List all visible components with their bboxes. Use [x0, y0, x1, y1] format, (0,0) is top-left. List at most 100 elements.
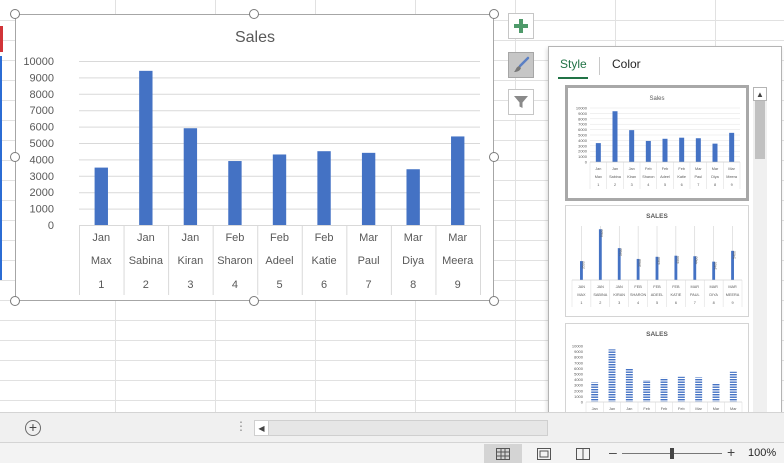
scroll-left-arrow[interactable]: ◀ — [255, 421, 269, 435]
chart-area[interactable]: Sales 0 1000 2000 3000 4000 5000 6000 7000 8000 90… — [15, 14, 494, 301]
thumb-x-label: Mar — [695, 407, 702, 411]
thumb-bar — [712, 143, 718, 162]
x-category-label: Mar — [359, 232, 378, 244]
x-category-label: 5 — [276, 279, 282, 291]
zoom-out-button[interactable]: – — [609, 444, 617, 460]
thumb-x-label: SHARON — [630, 293, 647, 297]
thumb-x-label: FEB — [672, 285, 680, 289]
thumb-title: SALES — [646, 213, 668, 220]
x-category-label: Diya — [402, 255, 425, 267]
thumb-x-label: Feb — [678, 407, 685, 411]
x-category-label: 6 — [321, 279, 327, 291]
normal-view-icon — [496, 447, 510, 460]
bar-9 — [451, 136, 465, 225]
y-tick-label: 0 — [48, 220, 54, 232]
thumb-x-label: FEB — [634, 285, 642, 289]
y-tick-label: 6000 — [30, 122, 54, 134]
panel-scroll-thumb[interactable] — [755, 101, 765, 159]
thumb-x-label: 5 — [664, 183, 666, 187]
x-category-label: Mar — [404, 232, 423, 244]
zoom-in-button[interactable]: + — [727, 444, 735, 460]
thumb-y-label: 5000 — [574, 372, 584, 377]
thumb-data-label: 3900 — [638, 259, 642, 267]
chart-styles-button[interactable] — [508, 52, 534, 78]
thumb-y-label: 8000 — [578, 116, 588, 121]
thumb-x-label: MAX — [577, 293, 586, 297]
tab-style[interactable]: Style — [560, 57, 587, 71]
bar-7 — [361, 152, 376, 225]
thumb-x-label: ADEEL — [651, 293, 663, 297]
thumb-x-label: 4 — [637, 301, 639, 305]
y-tick-label: 7000 — [30, 105, 54, 117]
status-bar: – + 100% — [0, 442, 784, 463]
resize-handle-middle-right[interactable] — [489, 152, 499, 162]
scroll-up-arrow[interactable]: ▲ — [753, 87, 767, 101]
x-category-label: Katie — [312, 255, 337, 267]
thumb-x-label: Feb — [645, 167, 652, 171]
x-category-label: Jan — [182, 232, 200, 244]
thumb-x-label: JAN — [616, 285, 623, 289]
thumb-data-label: 5400 — [732, 251, 736, 259]
thumb-x-label: Jan — [595, 167, 601, 171]
thumb-y-label: 0 — [585, 160, 588, 165]
resize-handle-middle-left[interactable] — [10, 152, 20, 162]
thumb-x-label: SABINA — [593, 293, 607, 297]
resize-handle-bottom-left[interactable] — [10, 296, 20, 306]
normal-view-button[interactable] — [484, 444, 522, 463]
selection-marker — [0, 26, 3, 52]
thumb-y-label: 4000 — [574, 377, 584, 382]
thumb-title: SALES — [646, 331, 668, 338]
bar-3 — [183, 128, 198, 225]
thumb-bar — [612, 111, 618, 162]
thumb-x-label: Jan — [612, 167, 618, 171]
resize-handle-top-center[interactable] — [249, 9, 259, 19]
tab-separator — [599, 57, 600, 75]
bar-4 — [228, 161, 242, 225]
horizontal-scrollbar[interactable]: ◀ — [254, 420, 548, 436]
thumb-y-label: 5000 — [578, 133, 588, 138]
thumb-y-label: 0 — [581, 400, 584, 405]
thumb-x-label: Max — [595, 175, 602, 179]
thumb-y-label: 7000 — [574, 360, 584, 365]
style-thumbnail-2[interactable]: SALES 3500 9400 5900 3900 4300 4500 4400 3400 540… — [565, 205, 749, 317]
chart-filters-button[interactable] — [508, 89, 534, 115]
thumb-x-label: 6 — [675, 301, 677, 305]
thumb-bar — [595, 143, 601, 162]
zoom-level[interactable]: 100% — [748, 447, 776, 459]
x-category-label: 7 — [366, 279, 372, 291]
tab-splitter-handle[interactable]: ⋮ — [235, 419, 247, 433]
resize-handle-bottom-center[interactable] — [249, 296, 259, 306]
thumb-bar — [677, 376, 685, 402]
thumb-data-label: 4400 — [695, 256, 699, 264]
page-break-view-button[interactable] — [564, 444, 602, 463]
resize-handle-top-right[interactable] — [489, 9, 499, 19]
thumb-data-label: 3500 — [581, 261, 585, 269]
panel-scrollbar[interactable]: ▲ ▼ — [753, 87, 767, 437]
zoom-slider-thumb[interactable] — [670, 448, 674, 459]
thumb-y-label: 10000 — [572, 344, 584, 349]
resize-handle-top-left[interactable] — [10, 9, 20, 19]
thumb-x-label: KIRAN — [613, 293, 625, 297]
thumb-bar — [629, 130, 635, 162]
thumb-y-label: 6000 — [574, 366, 584, 371]
x-category-label: Sabina — [129, 255, 164, 267]
chart-elements-button[interactable] — [508, 13, 534, 39]
tab-color[interactable]: Color — [612, 57, 641, 71]
thumb-data-label: 4300 — [657, 257, 661, 265]
thumb-x-label: KATIE — [671, 293, 682, 297]
thumb-x-label: JAN — [578, 285, 585, 289]
thumb-bar — [679, 137, 685, 162]
thumb-bar — [729, 132, 735, 162]
thumb-y-label: 2000 — [574, 388, 584, 393]
page-layout-view-button[interactable] — [525, 444, 563, 463]
sales-chart[interactable]: Sales 0 1000 2000 3000 4000 5000 6000 7000 8000 90… — [16, 15, 495, 302]
resize-handle-bottom-right[interactable] — [489, 296, 499, 306]
x-category-label: Kiran — [178, 255, 204, 267]
thumb-x-label: Mar — [728, 167, 735, 171]
add-sheet-button[interactable]: + — [25, 420, 41, 436]
x-category-label: 3 — [187, 279, 193, 291]
thumb-x-label: 5 — [656, 301, 658, 305]
x-category-label: Feb — [270, 232, 289, 244]
thumb-y-label: 9000 — [574, 349, 584, 354]
style-thumbnail-1[interactable]: Sales 0 1000 2000 3000 4000 5000 6000 7000 8000 90… — [565, 85, 749, 201]
